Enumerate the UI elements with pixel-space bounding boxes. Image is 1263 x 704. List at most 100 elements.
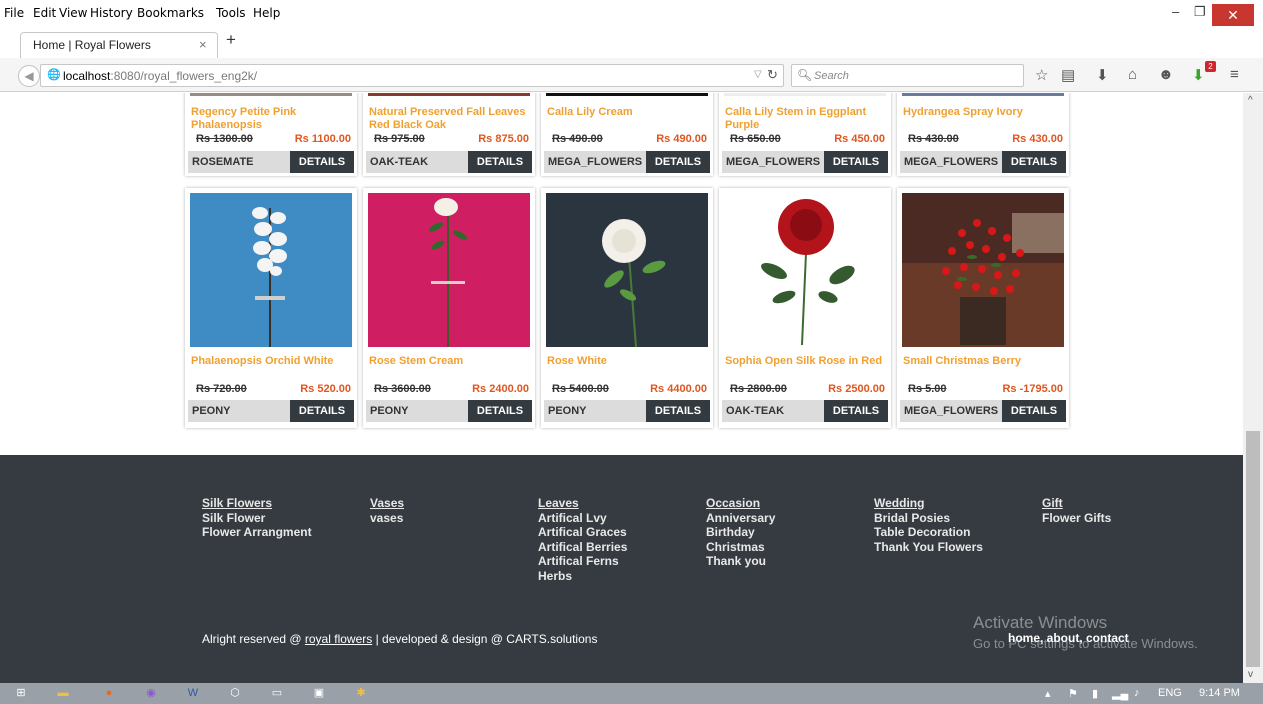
card-footer: ROSEMATE DETAILS xyxy=(188,151,354,173)
url-bar[interactable]: 🌐 localhost:8080/royal_flowers_eng2k/ ▽ … xyxy=(40,64,784,87)
virtualbox-icon[interactable]: ⬡ xyxy=(224,685,246,702)
product-name[interactable]: Small Christmas Berry xyxy=(903,355,1065,368)
product-name[interactable]: Calla Lily Stem in Eggplant Purple xyxy=(725,106,887,132)
footer-link[interactable]: Thank you xyxy=(706,554,775,569)
menu-file[interactable]: File xyxy=(4,6,24,20)
product-image[interactable] xyxy=(546,193,708,347)
download-icon[interactable]: ⬇ xyxy=(1096,66,1109,84)
product-name[interactable]: Phalaenopsis Orchid White xyxy=(191,355,353,368)
flag-icon[interactable]: ⚑ xyxy=(1068,687,1078,700)
word-icon[interactable]: W xyxy=(182,685,204,702)
footer-link[interactable]: Artifical Ferns xyxy=(538,554,627,569)
details-button[interactable]: DETAILS xyxy=(646,151,710,173)
product-name[interactable]: Natural Preserved Fall Leaves Red Black … xyxy=(369,106,531,132)
details-button[interactable]: DETAILS xyxy=(1002,400,1066,422)
file-explorer-icon[interactable]: ▬ xyxy=(52,685,74,702)
viber-icon[interactable]: ◉ xyxy=(140,685,162,702)
scroll-thumb[interactable] xyxy=(1246,431,1260,667)
product-image[interactable] xyxy=(724,193,886,347)
footer-heading[interactable]: Leaves xyxy=(538,496,627,511)
menu-tools[interactable]: Tools xyxy=(216,6,246,20)
footer-link[interactable]: Silk Flower xyxy=(202,511,312,526)
wamp-icon[interactable]: ✱ xyxy=(350,685,372,702)
menu-view[interactable]: View xyxy=(59,6,87,20)
product-name[interactable]: Sophia Open Silk Rose in Red xyxy=(725,355,887,368)
details-button[interactable]: DETAILS xyxy=(824,400,888,422)
addon-download-icon[interactable]: ⬇ xyxy=(1192,66,1205,84)
minimize-icon[interactable]: – xyxy=(1172,4,1179,19)
bookmark-star-icon[interactable]: ☆ xyxy=(1035,66,1048,84)
image-viewer-icon[interactable]: ▭ xyxy=(266,685,288,702)
menu-bookmarks[interactable]: Bookmarks xyxy=(137,6,204,20)
footer-link[interactable]: Thank You Flowers xyxy=(874,540,983,555)
product-name[interactable]: Calla Lily Cream xyxy=(547,106,709,119)
price-new: Rs 2400.00 xyxy=(472,383,529,395)
start-icon[interactable]: ⊞ xyxy=(10,685,32,702)
restore-icon[interactable]: ❐ xyxy=(1194,4,1206,20)
language-indicator[interactable]: ENG xyxy=(1158,687,1182,699)
royal-flowers-link[interactable]: royal flowers xyxy=(305,632,372,646)
product-name[interactable]: Regency Petite Pink Phalaenopsis xyxy=(191,106,353,132)
details-button[interactable]: DETAILS xyxy=(468,151,532,173)
remote-desktop-icon[interactable]: ▣ xyxy=(308,685,330,702)
search-bar[interactable]: 🔍︎ Search xyxy=(791,64,1024,87)
footer-heading[interactable]: Wedding xyxy=(874,496,983,511)
page-scrollbar[interactable]: ^ v xyxy=(1243,93,1263,683)
product-image[interactable] xyxy=(368,193,530,347)
product-image[interactable] xyxy=(190,193,352,347)
footer-link[interactable]: Table Decoration xyxy=(874,525,983,540)
footer-nav-links[interactable]: home, about, contact xyxy=(1008,631,1129,645)
tab-close-icon[interactable]: × xyxy=(199,37,207,52)
reload-icon[interactable]: ↻ xyxy=(767,67,778,83)
footer-link[interactable]: Flower Arrangment xyxy=(202,525,312,540)
menu-history[interactable]: History xyxy=(90,6,133,20)
tray-arrow-icon[interactable]: ▴ xyxy=(1045,687,1051,700)
footer-link[interactable]: Artifical Berries xyxy=(538,540,627,555)
new-tab-icon[interactable]: + xyxy=(226,30,236,50)
footer-link[interactable]: Christmas xyxy=(706,540,775,555)
details-button[interactable]: DETAILS xyxy=(290,400,354,422)
product-name[interactable]: Rose White xyxy=(547,355,709,368)
product-name[interactable]: Hydrangea Spray Ivory xyxy=(903,106,1065,119)
footer-heading[interactable]: Occasion xyxy=(706,496,775,511)
price-old: Rs 3600.00 xyxy=(374,383,431,395)
footer-link[interactable]: Artifical Graces xyxy=(538,525,627,540)
dropdown-icon[interactable]: ▽ xyxy=(754,69,762,80)
footer-link[interactable]: Birthday xyxy=(706,525,775,540)
volume-icon[interactable]: ♪ xyxy=(1134,687,1140,699)
footer-link[interactable]: vases xyxy=(370,511,404,526)
menu-help[interactable]: Help xyxy=(253,6,280,20)
details-button[interactable]: DETAILS xyxy=(290,151,354,173)
tab-home[interactable]: Home | Royal Flowers × xyxy=(20,32,218,58)
footer-link[interactable]: Flower Gifts xyxy=(1042,511,1111,526)
back-icon[interactable]: ◀ xyxy=(18,65,40,87)
product-name[interactable]: Rose Stem Cream xyxy=(369,355,531,368)
clock[interactable]: 9:14 PM xyxy=(1199,687,1240,699)
product-image xyxy=(368,93,530,96)
firefox-icon[interactable]: ● xyxy=(98,685,120,702)
footer-heading[interactable]: Vases xyxy=(370,496,404,511)
footer-link[interactable]: Artifical Lvy xyxy=(538,511,627,526)
footer-link[interactable]: Anniversary xyxy=(706,511,775,526)
footer-link[interactable]: Herbs xyxy=(538,569,627,584)
network-icon[interactable]: ▮ xyxy=(1092,687,1098,700)
price-new: Rs 4400.00 xyxy=(650,383,707,395)
menu-icon[interactable]: ≡ xyxy=(1230,66,1239,83)
home-icon[interactable]: ⌂ xyxy=(1128,66,1137,83)
footer-link[interactable]: Bridal Posies xyxy=(874,511,983,526)
reading-list-icon[interactable]: ▤ xyxy=(1061,66,1075,84)
scroll-up-icon[interactable]: ^ xyxy=(1248,95,1253,106)
close-window-icon[interactable]: ✕ xyxy=(1212,4,1254,26)
menu-edit[interactable]: Edit xyxy=(33,6,56,20)
details-button[interactable]: DETAILS xyxy=(824,151,888,173)
site-footer: Silk Flowers Silk Flower Flower Arrangme… xyxy=(0,455,1243,683)
footer-heading[interactable]: Silk Flowers xyxy=(202,496,312,511)
chat-icon[interactable]: ☻ xyxy=(1158,66,1174,83)
details-button[interactable]: DETAILS xyxy=(468,400,532,422)
details-button[interactable]: DETAILS xyxy=(646,400,710,422)
signal-icon[interactable]: ▂▄ xyxy=(1112,687,1128,700)
scroll-down-icon[interactable]: v xyxy=(1248,669,1253,680)
footer-heading[interactable]: Gift xyxy=(1042,496,1111,511)
details-button[interactable]: DETAILS xyxy=(1002,151,1066,173)
product-image[interactable] xyxy=(902,193,1064,347)
